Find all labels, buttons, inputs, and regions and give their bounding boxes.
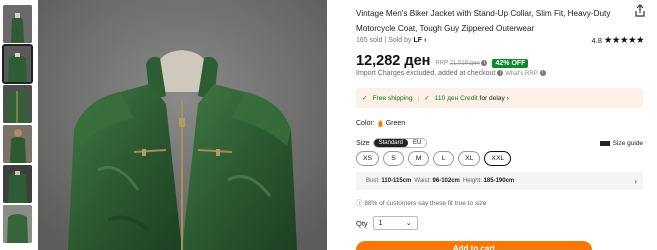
fit-note: ⓘ 88% of customers say these fit true to…	[356, 197, 486, 207]
promo-banner[interactable]: ✓ Free shipping | ✓ 110 ден Credit for d…	[356, 88, 643, 108]
tab-standard[interactable]: Standard	[373, 139, 408, 147]
seller-link[interactable]: LF	[414, 37, 423, 44]
product-title: Vintage Men's Biker Jacket with Stand-Up…	[356, 9, 611, 33]
chevron-down-icon: ⌄	[405, 220, 412, 227]
whats-rrp-link[interactable]: What's RRP	[505, 71, 537, 77]
import-charges-note: Import Charges excluded, added at checko…	[356, 70, 546, 77]
check-icon: ✓	[424, 95, 430, 102]
rating-value: 4.8	[591, 36, 602, 45]
size-option-s[interactable]: S	[383, 151, 405, 166]
thumbnail-4[interactable]	[3, 125, 32, 163]
tab-eu[interactable]: EU	[408, 139, 426, 147]
size-label: Size	[356, 139, 370, 147]
size-system-toggle[interactable]: Standard EU	[372, 138, 428, 148]
add-to-cart-button[interactable]: Add to cart	[356, 241, 592, 250]
info-icon[interactable]: i	[481, 60, 488, 67]
info-icon[interactable]: i	[539, 70, 546, 77]
credit-suffix: for delay	[479, 94, 505, 102]
thumbnail-1[interactable]	[3, 5, 32, 43]
sales-seller-row: 165 sold | Sold by LF ›	[356, 37, 427, 44]
size-options: XS S M L XL XXL	[356, 151, 512, 166]
import-note-text: Import Charges excluded, added at checko…	[356, 70, 496, 77]
waist-label: Waist:	[414, 178, 431, 184]
size-header: Size Standard EU Size guide	[356, 138, 643, 148]
divider: |	[417, 94, 420, 102]
share-icon[interactable]	[633, 4, 647, 18]
info-icon[interactable]: i	[497, 70, 504, 77]
chevron-right-icon: ›	[506, 94, 509, 102]
size-option-xxl[interactable]: XXL	[484, 151, 512, 166]
size-guide-label: Size guide	[612, 139, 643, 147]
rrp-label: RRP	[435, 61, 448, 67]
height-label: Height:	[462, 178, 482, 184]
size-option-l[interactable]: L	[433, 151, 455, 166]
thumbnail-6[interactable]	[3, 205, 32, 243]
bust-value: 110-115cm	[381, 178, 412, 184]
chevron-right-icon: ›	[634, 176, 637, 186]
check-icon: ✓	[362, 95, 368, 102]
thumbnail-3[interactable]	[3, 85, 32, 123]
size-option-m[interactable]: M	[408, 151, 430, 166]
rrp: RRP 21,519 ден i	[435, 60, 488, 67]
quantity-label: Qty	[356, 218, 368, 228]
thumbnail-strip	[2, 5, 33, 245]
quantity-value: 1	[378, 219, 383, 227]
credit-amount: 110 ден Credit	[434, 94, 478, 102]
ruler-icon	[599, 140, 610, 146]
credit-text: 110 ден Credit for delay ›	[435, 95, 509, 102]
flame-icon	[378, 120, 383, 127]
discount-badge: 42% OFF	[492, 59, 529, 68]
height-value: 185-190cm	[483, 178, 515, 184]
size-guide-link[interactable]: Size guide	[599, 139, 643, 147]
fit-note-text: 88% of customers say these fit true to s…	[364, 200, 487, 207]
seller-chevron-icon: ›	[422, 37, 427, 44]
main-product-image[interactable]	[38, 0, 327, 250]
size-option-xl[interactable]: XL	[458, 151, 481, 166]
quantity-select[interactable]: 1 ⌄	[372, 216, 418, 230]
sold-by-label: Sold by	[388, 37, 412, 44]
rrp-value: 21,519 ден	[449, 61, 480, 67]
free-shipping-label: Free shipping	[372, 94, 413, 102]
quantity-row: Qty 1 ⌄	[356, 216, 418, 230]
size-option-xs[interactable]: XS	[356, 151, 380, 166]
product-info-panel: Vintage Men's Biker Jacket with Stand-Up…	[356, 0, 652, 250]
thumbnail-2[interactable]	[2, 44, 33, 84]
info-circle-icon: ⓘ	[356, 200, 363, 207]
color-value: Green	[385, 120, 406, 127]
current-price: 12,282 ден	[356, 53, 431, 69]
color-label: Color:	[356, 120, 375, 127]
thumbnail-5[interactable]	[3, 165, 32, 203]
rating[interactable]: 4.8 ★★★★★	[591, 35, 644, 46]
star-rating-icon: ★★★★★	[603, 35, 645, 46]
price-row: 12,282 ден RRP 21,519 ден i 42% OFF	[356, 53, 529, 69]
waist-value: 96-102cm	[432, 178, 460, 184]
bust-label: Bust:	[366, 178, 380, 184]
color-row: Color: Green	[356, 120, 405, 127]
sold-count: 165 sold	[356, 37, 383, 44]
size-measurements[interactable]: Bust: 110-115cm Waist: 96-102cm Height: …	[356, 172, 643, 190]
